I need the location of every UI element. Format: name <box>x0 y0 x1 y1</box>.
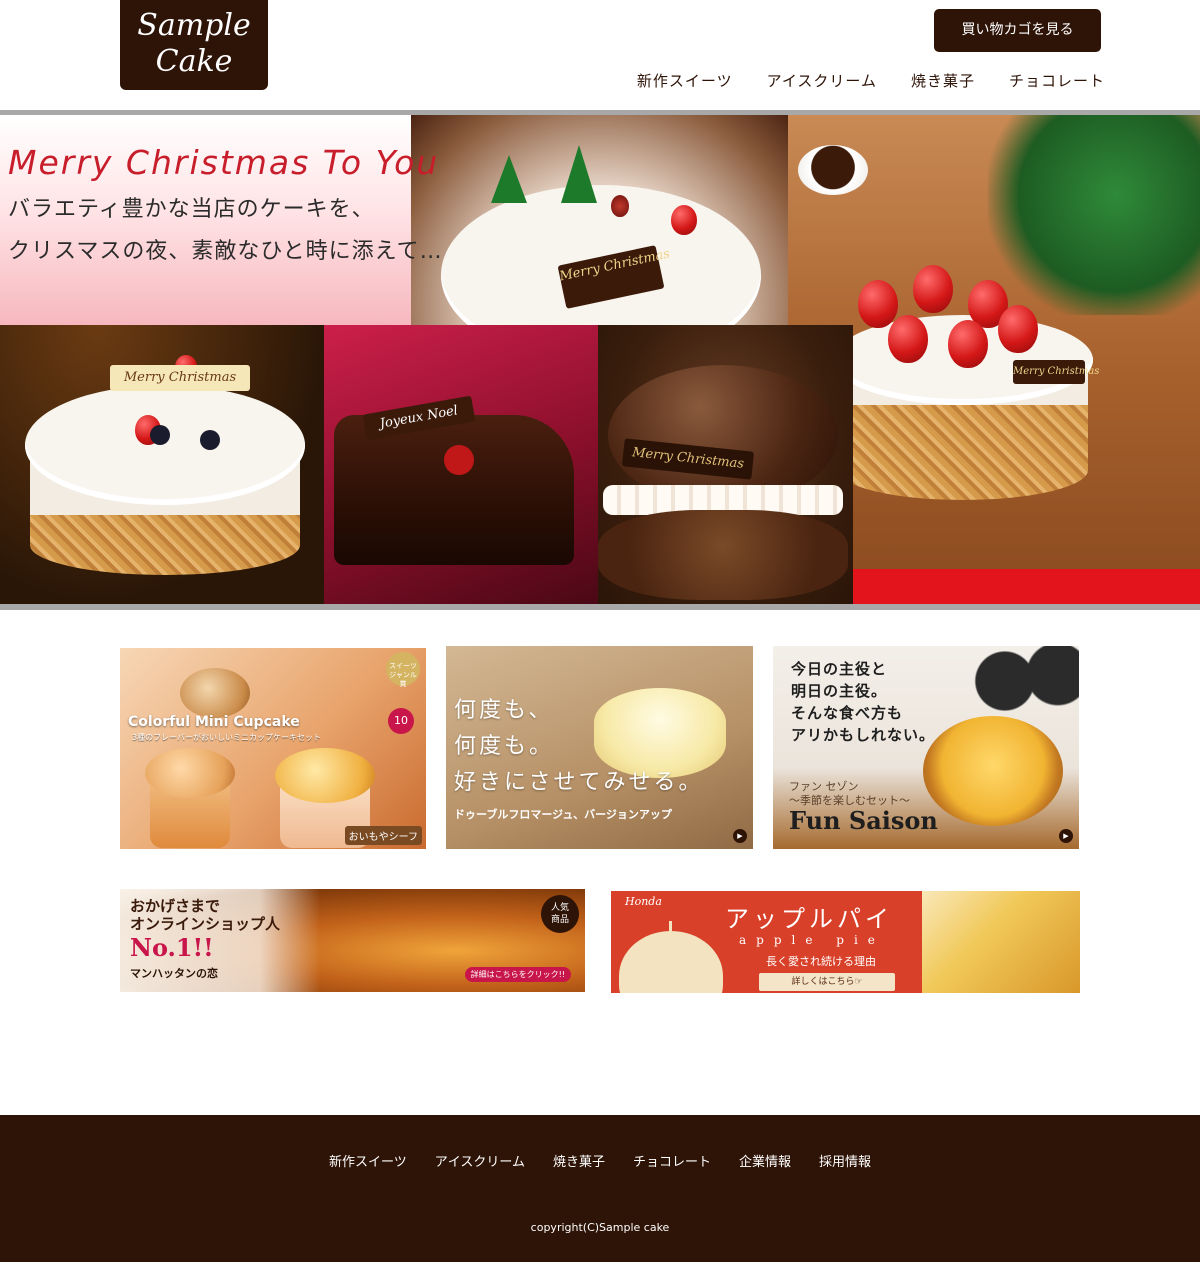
nut-coating <box>30 515 300 575</box>
logo-line-1: Sample <box>137 8 251 43</box>
footer-link-ice-cream[interactable]: アイスクリーム <box>435 1151 525 1170</box>
strawberry <box>671 205 697 235</box>
strawberry <box>948 320 988 368</box>
logo-line-2: Cake <box>155 44 233 79</box>
banner-title: アップルパイ <box>725 905 893 933</box>
hero-photo-fruit-cake: Merry Christmas <box>0 325 325 604</box>
banner-copy-line-1: 今日の主役と <box>791 660 888 678</box>
top-navigation: 新作スイーツ アイスクリーム 焼き菓子 チョコレート <box>637 70 1105 91</box>
view-cart-button[interactable]: 買い物カゴを見る <box>934 9 1101 52</box>
hero-title: Merry Christmas To You <box>8 143 440 182</box>
apple-stem <box>669 921 672 937</box>
strawberry <box>913 265 953 313</box>
banner-copy-line-3: そんな食べ方も <box>791 704 904 722</box>
banner-mini-cupcake[interactable]: スイーツジャンル賞 10 Colorful Mini Cupcake 3種のフレ… <box>120 648 426 849</box>
banner-copy-line-2: 明日の主役。 <box>791 682 888 700</box>
nav-item-new-sweets[interactable]: 新作スイーツ <box>637 70 733 91</box>
strawberry <box>998 305 1038 353</box>
banner-copy-line-3: 好きにさせてみせる。 <box>454 770 704 795</box>
banner-subtitle: 3種のフレーバーがおいしいミニカップケーキセット <box>132 733 322 742</box>
award-seal: スイーツジャンル賞 <box>386 652 420 688</box>
cake-cream-top <box>25 385 305 505</box>
noel-seal <box>444 445 474 475</box>
blueberry <box>200 430 220 450</box>
details-button[interactable]: 詳しくはこちら☞ <box>759 973 895 991</box>
footer-navigation: 新作スイーツ アイスクリーム 焼き菓子 チョコレート 企業情報 採用情報 <box>0 1151 1200 1170</box>
banner-ranking: No.1!! <box>130 933 214 962</box>
site-footer: 新作スイーツ アイスクリーム 焼き菓子 チョコレート 企業情報 採用情報 cop… <box>0 1115 1200 1262</box>
banner-title: Colorful Mini Cupcake <box>128 714 300 730</box>
details-link: 詳細はこちらをクリック!! <box>464 967 571 982</box>
red-accent-strip <box>853 569 1200 604</box>
banner-double-fromage[interactable]: 何度も、 何度も。 好きにさせてみせる。 ドゥーブルフロマージュ、バージョンアッ… <box>446 646 753 849</box>
cupcake-top <box>145 748 235 798</box>
cake-cream-top <box>441 185 761 325</box>
hero-photo-chocolate-cake: Merry Christmas <box>598 325 853 604</box>
santa-decoration <box>611 195 629 217</box>
nav-item-ice-cream[interactable]: アイスクリーム <box>767 70 877 91</box>
footer-link-company[interactable]: 企業情報 <box>739 1151 791 1170</box>
pudding-cups <box>973 646 1079 716</box>
strawberry <box>888 315 928 363</box>
banner-copy-line-2: 何度も。 <box>454 734 555 759</box>
strawberry <box>858 280 898 328</box>
apple-shape <box>619 931 723 993</box>
footer-link-new-sweets[interactable]: 新作スイーツ <box>329 1151 407 1170</box>
brand-name: Honda <box>625 895 662 908</box>
banner-manhattan-no1[interactable]: おかげさまで オンラインショップ人 No.1!! マンハッタンの恋 人気 商品 … <box>120 889 585 992</box>
ranking-seal: 10 <box>388 708 414 734</box>
banner-tagline: 長く愛され続ける理由 <box>766 955 876 968</box>
banner-caption: ドゥーブルフロマージュ、バージョンアップ <box>454 808 672 821</box>
tree-decoration <box>561 145 597 203</box>
hero-photo-buche-de-noel: Joyeux Noel <box>324 325 599 604</box>
footer-link-chocolate[interactable]: チョコレート <box>633 1151 711 1170</box>
banner-product-name: マンハッタンの恋 <box>130 967 218 980</box>
banner-fun-saison[interactable]: 今日の主役と 明日の主役。 そんな食べ方も アリかもしれない。 ファン セゾン … <box>773 646 1079 849</box>
hero-subtitle-line-1: バラエティ豊かな当店のケーキを、 <box>8 197 375 222</box>
nut-coating <box>838 405 1088 500</box>
banner-copy-line-1: 何度も、 <box>454 698 554 723</box>
play-icon: ▶ <box>1059 829 1073 843</box>
popular-badge-line-2: 商品 <box>550 915 569 925</box>
banner-corner-label: おいもやシーフ <box>344 826 422 845</box>
holly-leaves <box>988 115 1200 315</box>
coffee-cup <box>798 145 868 195</box>
tree-decoration <box>491 155 527 203</box>
banner-copy-line-4: アリかもしれない。 <box>791 726 936 744</box>
nav-item-chocolate[interactable]: チョコレート <box>1009 70 1105 91</box>
apple-pie-image <box>922 891 1080 993</box>
christmas-plaque: Merry Christmas <box>1013 360 1099 384</box>
tart-image <box>923 716 1063 826</box>
blueberry <box>150 425 170 445</box>
banner-copy-line-2: オンラインショップ人 <box>130 915 281 933</box>
banner-product-name: Fun Saison <box>789 806 938 835</box>
popular-badge: 人気 商品 <box>541 895 579 933</box>
site-logo[interactable]: Sample Cake <box>120 0 268 90</box>
banner-apple-pie[interactable]: Honda アップルパイ apple pie 長く愛され続ける理由 詳しくはこち… <box>611 891 1080 993</box>
hero-photo-christmas-cake: Merry Christmas <box>411 115 789 325</box>
nav-item-baked-goods[interactable]: 焼き菓子 <box>911 70 975 91</box>
popular-badge-line-1: 人気 <box>550 903 569 913</box>
cupcake-top <box>180 668 250 718</box>
christmas-plaque: Merry Christmas <box>110 365 250 391</box>
cupcake-top <box>275 748 375 803</box>
chocolate-base <box>598 510 848 600</box>
copyright: copyright(C)Sample cake <box>530 1221 670 1234</box>
hero-subtitle-line-2: クリスマスの夜、素敵なひと時に添えて… <box>8 239 443 264</box>
footer-link-baked-goods[interactable]: 焼き菓子 <box>553 1151 605 1170</box>
banner-subtitle-en: apple pie <box>739 933 885 947</box>
play-icon: ▶ <box>733 829 747 843</box>
chocolate-top <box>608 365 838 505</box>
hero-banner: Merry Christmas Merry Christmas Merry Ch… <box>0 110 1200 610</box>
footer-link-recruit[interactable]: 採用情報 <box>819 1151 871 1170</box>
